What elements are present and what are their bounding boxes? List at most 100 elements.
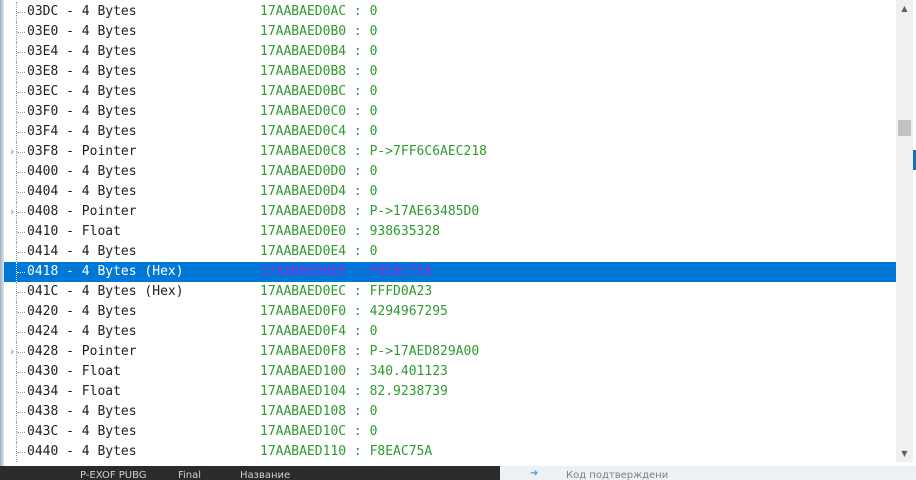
row-address: 17AABAED0C0	[260, 104, 347, 119]
row-address-value: 17AABAED104 : 82.9238739	[260, 382, 448, 402]
row-address: 17AABAED0E4	[260, 244, 347, 259]
row-separator: -	[58, 324, 82, 339]
value-separator: :	[346, 104, 370, 119]
row-address-value: 17AABAED0E4 : 0	[260, 242, 377, 262]
scroll-down-arrow-icon[interactable]: ▼	[896, 445, 913, 462]
scroll-up-arrow-icon[interactable]: ▲	[896, 0, 913, 17]
row-address: 17AABAED0C8	[260, 144, 347, 159]
row-address: 17AABAED0B4	[260, 44, 347, 59]
tree-branch-line	[17, 372, 25, 373]
tree-row[interactable]: 041C - 4 Bytes (Hex) 17AABAED0EC : FFFD0A…	[4, 282, 896, 302]
tree-branch-line	[17, 132, 25, 133]
tree-row[interactable]: 03E8 - 4 Bytes 17AABAED0B8 : 0	[4, 62, 896, 82]
value-separator: :	[346, 4, 370, 19]
row-separator: -	[58, 124, 82, 139]
row-address-value: 17AABAED0B0 : 0	[260, 22, 377, 42]
value-separator: :	[346, 384, 370, 399]
taskbar-item-2[interactable]: Final	[178, 470, 201, 480]
row-address-value: 17AABAED10C : 0	[260, 422, 377, 442]
row-separator: -	[58, 44, 82, 59]
tree-branch-line	[17, 412, 25, 413]
tree-row[interactable]: 0414 - 4 Bytes 17AABAED0E4 : 0	[4, 242, 896, 262]
row-address-value: 17AABAED0E0 : 938635328	[260, 222, 440, 242]
value-separator: :	[346, 24, 370, 39]
tree-row[interactable]: 0440 - 4 Bytes 17AABAED110 : F8EAC75A	[4, 442, 896, 462]
row-offset: 0420	[27, 304, 59, 319]
tree-row[interactable]: 0404 - 4 Bytes 17AABAED0D4 : 0	[4, 182, 896, 202]
row-offset-type: 03E0 - 4 Bytes	[27, 22, 137, 42]
tree-row[interactable]: 03F0 - 4 Bytes 17AABAED0C0 : 0	[4, 102, 896, 122]
row-address: 17AABAED0AC	[260, 4, 347, 19]
value-separator: :	[346, 364, 370, 379]
row-separator: -	[58, 344, 82, 359]
row-separator: -	[58, 304, 82, 319]
row-type: Pointer	[81, 204, 137, 219]
row-type: Pointer	[81, 344, 137, 359]
row-address: 17AABAED0B0	[260, 24, 347, 39]
structure-tree[interactable]: 03DC - 4 Bytes 17AABAED0AC : 0 03E0 - 4 By…	[4, 2, 896, 462]
tree-row[interactable]: 0438 - 4 Bytes 17AABAED108 : 0	[4, 402, 896, 422]
row-offset-type: 0410 - Float	[27, 222, 121, 242]
row-address-value: 17AABAED0D8 : P->17AE63485D0	[260, 202, 479, 222]
row-address: 17AABAED0F4	[260, 324, 347, 339]
row-value: FFFD0A23	[369, 284, 433, 299]
taskbar-strip: P-EXOF PUBG Final Название ➜ Код подтвер…	[0, 466, 916, 480]
row-value: 0	[369, 24, 378, 39]
tree-row[interactable]: 03E4 - 4 Bytes 17AABAED0B4 : 0	[4, 42, 896, 62]
row-offset-type: 0434 - Float	[27, 382, 121, 402]
row-address-value: 17AABAED0C8 : P->7FF6C6AEC218	[260, 142, 487, 162]
row-separator: -	[58, 424, 82, 439]
row-value: F8EAC75A	[369, 444, 433, 459]
row-separator: -	[58, 264, 82, 279]
value-separator: :	[346, 64, 370, 79]
tree-row[interactable]: 0400 - 4 Bytes 17AABAED0D0 : 0	[4, 162, 896, 182]
tree-row[interactable]: 0418 - 4 Bytes (Hex) 17AABAED0E8 : F8EAC7…	[4, 262, 896, 282]
taskbar-item-1[interactable]: P-EXOF PUBG	[80, 470, 147, 480]
tree-row[interactable]: 043C - 4 Bytes 17AABAED10C : 0	[4, 422, 896, 442]
row-value: F8EAC75A	[369, 264, 433, 279]
row-offset: 03F8	[27, 144, 59, 159]
row-value: 0	[369, 424, 378, 439]
row-address: 17AABAED0F0	[260, 304, 347, 319]
row-offset: 043C	[27, 424, 59, 439]
row-offset-type: 03EC - 4 Bytes	[27, 82, 137, 102]
tree-row[interactable]: › 03F8 - Pointer 17AABAED0C8 : P->7FF6C6AE…	[4, 142, 896, 162]
tree-row[interactable]: 03EC - 4 Bytes 17AABAED0BC : 0	[4, 82, 896, 102]
row-type: 4 Bytes	[81, 444, 137, 459]
row-address-value: 17AABAED0F4 : 0	[260, 322, 377, 342]
row-separator: -	[58, 104, 82, 119]
row-type: 4 Bytes	[81, 304, 137, 319]
tree-branch-line	[17, 272, 25, 273]
tree-row[interactable]: › 0408 - Pointer 17AABAED0D8 : P->17AE6348…	[4, 202, 896, 222]
row-offset-type: 041C - 4 Bytes (Hex)	[27, 282, 184, 302]
tree-row[interactable]: 03E0 - 4 Bytes 17AABAED0B0 : 0	[4, 22, 896, 42]
row-type: 4 Bytes	[81, 4, 137, 19]
row-value: 0	[369, 124, 378, 139]
row-offset: 03F0	[27, 104, 59, 119]
chevron-right-icon[interactable]: ›	[10, 202, 20, 222]
tree-row[interactable]: 0420 - 4 Bytes 17AABAED0F0 : 4294967295	[4, 302, 896, 322]
value-separator: :	[346, 444, 370, 459]
tree-row[interactable]: › 0428 - Pointer 17AABAED0F8 : P->17AED829…	[4, 342, 896, 362]
row-address: 17AABAED0D8	[260, 204, 347, 219]
row-offset: 0418	[27, 264, 59, 279]
row-address: 17AABAED110	[260, 444, 347, 459]
tree-row[interactable]: 03DC - 4 Bytes 17AABAED0AC : 0	[4, 2, 896, 22]
row-value: 0	[369, 244, 378, 259]
row-type: 4 Bytes	[81, 324, 137, 339]
taskbar-item-3[interactable]: Название	[240, 470, 290, 480]
tree-row[interactable]: 03F4 - 4 Bytes 17AABAED0C4 : 0	[4, 122, 896, 142]
tree-row[interactable]: 0424 - 4 Bytes 17AABAED0F4 : 0	[4, 322, 896, 342]
scroll-thumb[interactable]	[898, 120, 911, 136]
chevron-right-icon[interactable]: ›	[10, 142, 20, 162]
value-separator: :	[346, 44, 370, 59]
tree-row[interactable]: 0430 - Float 17AABAED100 : 340.401123	[4, 362, 896, 382]
row-offset-type: 043C - 4 Bytes	[27, 422, 137, 442]
row-address-value: 17AABAED0B8 : 0	[260, 62, 377, 82]
row-offset: 0438	[27, 404, 59, 419]
vertical-scrollbar[interactable]: ▲ ▼	[896, 0, 913, 462]
tree-row[interactable]: 0410 - Float 17AABAED0E0 : 938635328	[4, 222, 896, 242]
tree-row[interactable]: 0434 - Float 17AABAED104 : 82.9238739	[4, 382, 896, 402]
chevron-right-icon[interactable]: ›	[10, 342, 20, 362]
row-type: 4 Bytes (Hex)	[81, 284, 184, 299]
